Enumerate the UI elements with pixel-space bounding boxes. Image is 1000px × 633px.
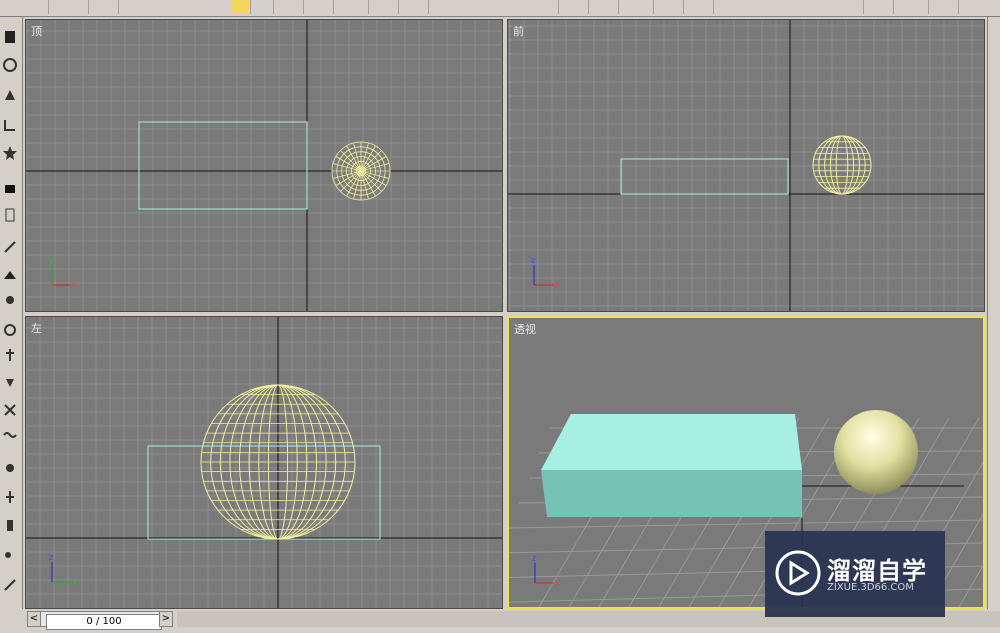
window-crossing-icon[interactable] — [315, 0, 334, 14]
pen-icon[interactable] — [2, 239, 18, 255]
select-region-button[interactable] — [100, 0, 119, 14]
align-icon[interactable] — [875, 0, 894, 14]
viewport-label-front[interactable]: 前 — [513, 23, 524, 39]
viewport-label-perspective[interactable]: 透视 — [514, 321, 536, 337]
scale-icon[interactable] — [410, 0, 429, 14]
axis-tripod: x y — [49, 256, 77, 289]
svg-text:z: z — [532, 554, 536, 563]
viewport-label-top[interactable]: 顶 — [31, 23, 42, 39]
main-toolbar — [0, 0, 1000, 17]
box-object-perspective[interactable] — [541, 414, 802, 517]
box-object-front[interactable] — [620, 158, 789, 195]
viewport-front[interactable]: x z 前 — [507, 19, 985, 312]
grid — [26, 317, 502, 608]
watermark-subtitle: ZIXUE.3D66.COM — [827, 582, 914, 593]
select-arrow-icon[interactable] — [232, 0, 251, 14]
watermark-logo: 溜溜自学 ZIXUE.3D66.COM — [765, 531, 945, 617]
wave-icon[interactable] — [2, 427, 18, 443]
watermark-title: 溜溜自学 — [827, 557, 927, 585]
gear-icon[interactable] — [2, 322, 18, 338]
display-icon[interactable] — [2, 145, 18, 161]
spinner-snap-icon[interactable] — [635, 0, 654, 14]
select-by-name-icon[interactable] — [255, 0, 274, 14]
angle-snap-icon[interactable] — [570, 0, 589, 14]
bottle-icon[interactable] — [2, 517, 18, 533]
play-logo-icon — [775, 550, 821, 596]
svg-text:y: y — [72, 577, 77, 586]
svg-text:x: x — [72, 280, 77, 289]
frame-counter[interactable]: 0 / 100 — [46, 614, 162, 630]
hierarchy-icon[interactable] — [2, 87, 18, 103]
percent-snap-icon[interactable] — [600, 0, 619, 14]
next-frame-button[interactable]: > — [159, 611, 173, 627]
sphere-object-top[interactable] — [331, 141, 391, 201]
viewport-left[interactable]: y z 左 — [25, 316, 503, 609]
head-icon[interactable] — [2, 462, 18, 478]
create-icon[interactable] — [2, 29, 18, 45]
snap-icon[interactable] — [540, 0, 559, 14]
layer-icon[interactable] — [910, 0, 929, 14]
select-by-name-button[interactable] — [70, 0, 89, 14]
viewport-label-left[interactable]: 左 — [31, 320, 42, 336]
sphere-object-perspective[interactable] — [834, 410, 918, 494]
named-selection-icon[interactable] — [665, 0, 684, 14]
utilities-icon[interactable] — [2, 180, 18, 196]
command-panel-strip[interactable] — [987, 17, 1000, 609]
cut-icon[interactable] — [2, 402, 18, 418]
axis-tripod: y z — [49, 553, 77, 586]
svg-text:z: z — [531, 256, 535, 265]
motion-icon[interactable] — [2, 117, 18, 133]
pin-icon[interactable] — [2, 347, 18, 363]
grid — [26, 20, 502, 311]
curve-editor-icon[interactable] — [940, 0, 959, 14]
figure-icon[interactable] — [2, 489, 18, 505]
svg-text:x: x — [555, 578, 560, 587]
list-icon[interactable] — [2, 207, 18, 223]
mirror-icon[interactable] — [845, 0, 864, 14]
brush-icon[interactable] — [2, 292, 18, 308]
select-object-button[interactable] — [30, 0, 49, 14]
key-icon[interactable] — [2, 547, 18, 563]
axis-tripod: x z — [532, 554, 560, 587]
axis-tripod: x z — [531, 256, 559, 289]
modify-icon[interactable] — [2, 57, 18, 73]
rotate-icon[interactable] — [380, 0, 399, 14]
rect-region-icon[interactable] — [285, 0, 304, 14]
svg-text:x: x — [554, 280, 559, 289]
grid — [508, 20, 984, 311]
lamp-icon[interactable] — [2, 375, 18, 391]
move-icon[interactable] — [350, 0, 369, 14]
viewport-top[interactable]: x y 顶 — [25, 19, 503, 312]
prev-frame-button[interactable]: < — [27, 611, 41, 627]
tools-icon[interactable] — [2, 577, 18, 593]
time-slider[interactable]: < 0 / 100 > — [27, 611, 173, 630]
svg-text:z: z — [49, 553, 53, 562]
sphere-object-front[interactable] — [812, 135, 872, 195]
abc-icon[interactable] — [695, 0, 714, 14]
left-toolbar — [0, 17, 23, 609]
paint-icon[interactable] — [2, 267, 18, 283]
svg-text:y: y — [49, 256, 54, 265]
